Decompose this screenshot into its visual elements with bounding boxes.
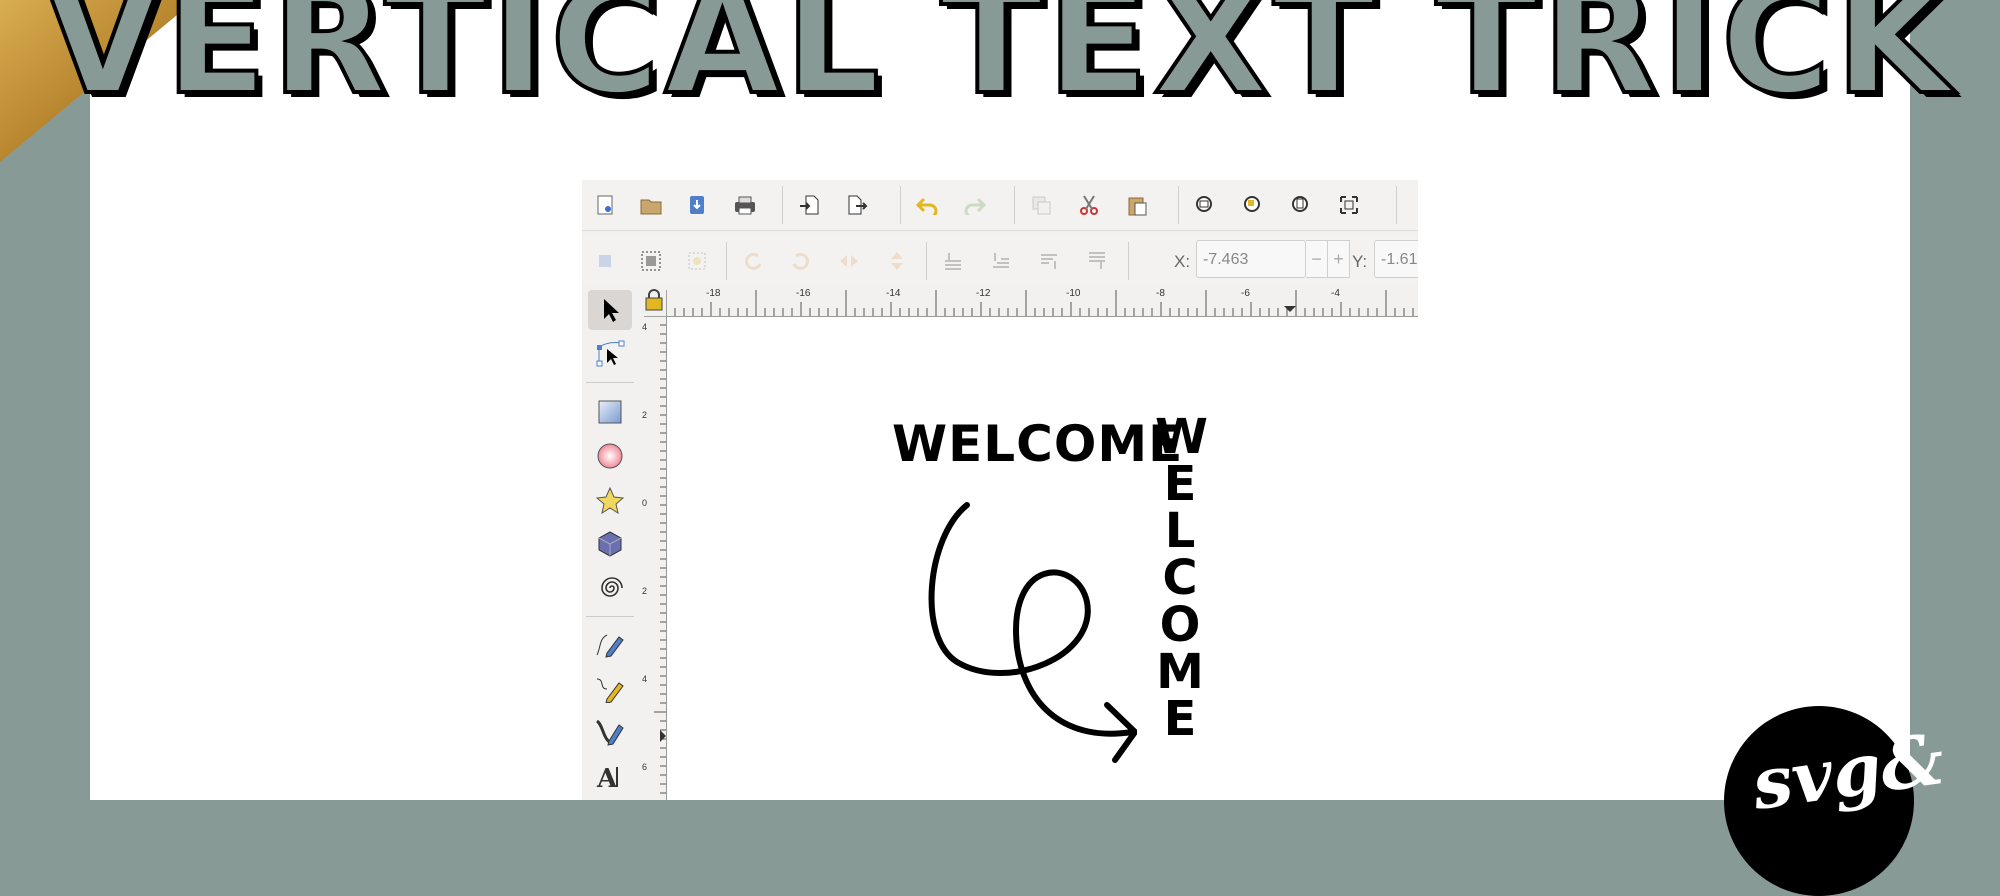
print-icon[interactable] xyxy=(730,190,760,220)
vertical-welcome-text[interactable]: W E L C O M E xyxy=(1155,409,1208,747)
tool-controls-toolbar: X: -7.463 − + Y: -1.617 xyxy=(582,236,1418,284)
toolbar-separator xyxy=(1128,242,1129,280)
ruler-label: 4 xyxy=(642,322,648,332)
select-all-layers-icon[interactable] xyxy=(636,246,666,276)
vertical-letter: C xyxy=(1162,550,1198,606)
redo-icon[interactable] xyxy=(960,190,990,220)
vertical-letter: W xyxy=(1155,409,1208,465)
paste-icon[interactable] xyxy=(1122,190,1152,220)
x-coordinate-input[interactable]: -7.463 xyxy=(1196,240,1306,278)
y-coordinate-label: Y: xyxy=(1352,252,1368,271)
ruler-label: -8 xyxy=(1156,288,1165,299)
ruler-label: 2 xyxy=(642,586,648,596)
ruler-label: -16 xyxy=(796,288,811,299)
node-tool-icon[interactable] xyxy=(588,334,632,374)
raise-to-top-icon[interactable] xyxy=(1082,246,1112,276)
undo-icon[interactable] xyxy=(912,190,942,220)
export-icon[interactable] xyxy=(842,190,872,220)
save-icon[interactable] xyxy=(682,190,712,220)
rotate-cw-icon[interactable] xyxy=(786,246,816,276)
ruler-label: -14 xyxy=(886,288,901,299)
ruler-label: 2 xyxy=(642,410,648,420)
toolbar-separator xyxy=(1178,186,1179,224)
zoom-fit-icon[interactable] xyxy=(1334,190,1364,220)
x-increment-button[interactable]: + xyxy=(1328,240,1350,278)
rectangle-tool-icon[interactable] xyxy=(588,392,632,432)
zoom-page-icon[interactable] xyxy=(1286,190,1316,220)
cut-icon[interactable] xyxy=(1074,190,1104,220)
lower-icon[interactable] xyxy=(986,246,1016,276)
page-title: VERTICAL TEXT TRICK xyxy=(43,0,1956,128)
y-coordinate-input[interactable]: -1.617 xyxy=(1374,240,1418,278)
lock-icon[interactable] xyxy=(644,288,664,312)
toolbar-separator xyxy=(782,186,783,224)
pencil-tool-icon[interactable] xyxy=(588,624,632,664)
vertical-letter: M xyxy=(1156,644,1204,700)
toolbox: A xyxy=(582,286,638,800)
ruler-label: 6 xyxy=(642,762,648,772)
ellipse-tool-icon[interactable] xyxy=(588,436,632,476)
new-document-icon[interactable] xyxy=(590,190,620,220)
zoom-drawing-icon[interactable] xyxy=(1238,190,1268,220)
svg-text:A: A xyxy=(596,764,618,791)
spiral-tool-icon[interactable] xyxy=(588,568,632,608)
ruler-label: -10 xyxy=(1066,288,1081,299)
horizontal-ruler: -18 -16 -14 -12 -10 -8 -6 -4 xyxy=(666,286,1418,317)
duplicate-icon[interactable] xyxy=(1026,190,1056,220)
pen-tool-icon[interactable] xyxy=(588,668,632,708)
deselect-icon[interactable] xyxy=(682,246,712,276)
rotate-ccw-icon[interactable] xyxy=(738,246,768,276)
star-tool-icon[interactable] xyxy=(588,480,632,520)
toolbar-separator xyxy=(1396,186,1397,224)
vertical-letter: L xyxy=(1164,503,1196,559)
zoom-selection-icon[interactable] xyxy=(1190,190,1220,220)
inkscape-window: X: -7.463 − + Y: -1.617 -18 -16 -14 -12 … xyxy=(582,180,1418,800)
raise-icon[interactable] xyxy=(1034,246,1064,276)
drawing-canvas[interactable]: WELCOME W E L C O M E xyxy=(667,317,1418,800)
3d-box-tool-icon[interactable] xyxy=(588,524,632,564)
ruler-label: -12 xyxy=(976,288,991,299)
calligraphy-tool-icon[interactable] xyxy=(588,712,632,752)
vertical-ruler: 4 2 0 2 4 6 xyxy=(640,316,667,800)
import-icon[interactable] xyxy=(794,190,824,220)
flip-vertical-icon[interactable] xyxy=(882,246,912,276)
ruler-label: 0 xyxy=(642,498,648,508)
select-all-icon[interactable] xyxy=(590,246,620,276)
x-coordinate-label: X: xyxy=(1174,252,1191,271)
toolbox-separator xyxy=(586,382,634,383)
toolbar-separator xyxy=(926,242,927,280)
vertical-letter: E xyxy=(1163,456,1197,512)
ruler-label: -4 xyxy=(1331,288,1340,299)
text-tool-icon[interactable]: A xyxy=(588,756,632,796)
vertical-letter: O xyxy=(1159,597,1201,653)
x-decrement-button[interactable]: − xyxy=(1306,240,1328,278)
vertical-letter: E xyxy=(1163,691,1197,747)
open-icon[interactable] xyxy=(636,190,666,220)
toolbox-separator xyxy=(586,616,634,617)
ruler-label: -18 xyxy=(706,288,721,299)
lower-to-bottom-icon[interactable] xyxy=(938,246,968,276)
toolbar-separator xyxy=(900,186,901,224)
selector-tool-icon[interactable] xyxy=(588,290,632,330)
flip-horizontal-icon[interactable] xyxy=(834,246,864,276)
toolbar-separator xyxy=(1014,186,1015,224)
curly-arrow[interactable] xyxy=(867,487,1137,787)
commands-toolbar xyxy=(582,180,1418,228)
horizontal-welcome-text[interactable]: WELCOME xyxy=(892,415,1183,473)
ruler-label: 4 xyxy=(642,674,648,684)
toolbar-separator xyxy=(726,242,727,280)
ruler-label: -6 xyxy=(1241,288,1250,299)
